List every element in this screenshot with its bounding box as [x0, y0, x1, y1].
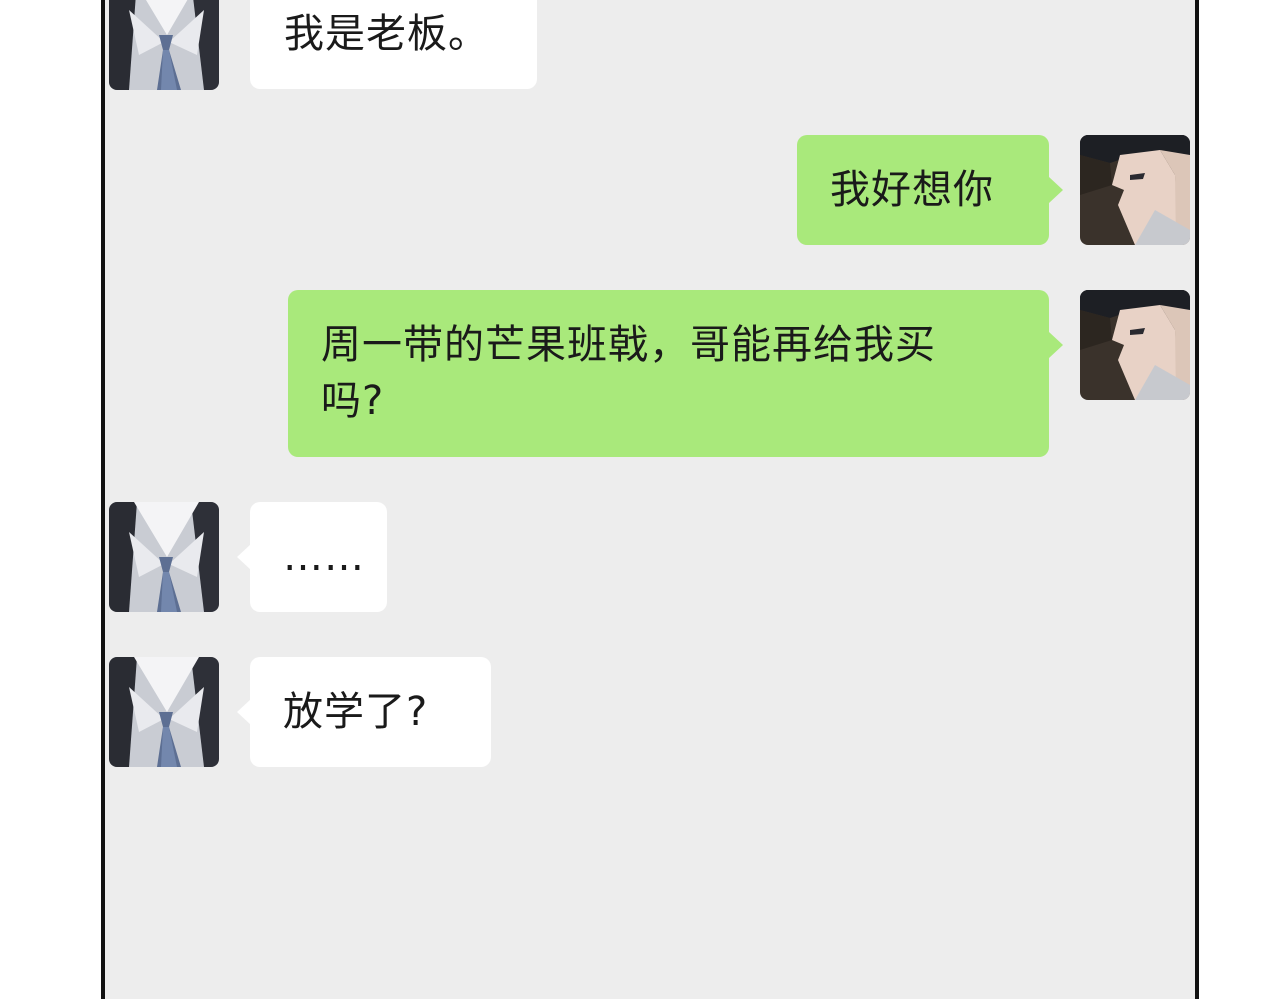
message-row-left-3: 放学了?	[105, 657, 1195, 767]
suit-tie-avatar-icon[interactable]	[109, 0, 219, 90]
profile-face-avatar-icon[interactable]	[1080, 290, 1190, 400]
profile-face-avatar-icon[interactable]	[1080, 135, 1190, 245]
suit-tie-avatar-icon[interactable]	[109, 502, 219, 612]
message-row-right-2: 周一带的芒果班戟，哥能再给我买 吗?	[105, 290, 1195, 457]
message-text: 放学了?	[283, 689, 429, 735]
message-row-right-1: 我好想你	[105, 135, 1195, 245]
message-text: ……	[283, 534, 365, 580]
message-text: 我是老板。	[284, 11, 489, 57]
suit-tie-avatar-icon[interactable]	[109, 657, 219, 767]
message-bubble[interactable]: 我是老板。	[250, 0, 537, 89]
bubble-tail	[237, 699, 251, 725]
message-row-left-1: 我是老板。	[105, 0, 1195, 95]
message-text-line: 吗?	[321, 378, 385, 424]
message-text-line: 周一带的芒果班戟，哥能再给我买	[321, 322, 936, 368]
message-row-left-2: ……	[105, 502, 1195, 612]
bubble-tail	[1049, 177, 1063, 203]
message-bubble[interactable]: 周一带的芒果班戟，哥能再给我买 吗?	[288, 290, 1049, 457]
message-bubble[interactable]: 放学了?	[250, 657, 491, 767]
bubble-tail	[1049, 332, 1063, 358]
message-text: 我好想你	[830, 167, 994, 213]
message-bubble[interactable]: 我好想你	[797, 135, 1049, 245]
bubble-tail	[237, 544, 251, 570]
chat-window: 我是老板。 我好想你 周一带的芒果班戟，哥能再给我买 吗? …… 放学了?	[101, 0, 1199, 999]
message-bubble[interactable]: ……	[250, 502, 387, 612]
